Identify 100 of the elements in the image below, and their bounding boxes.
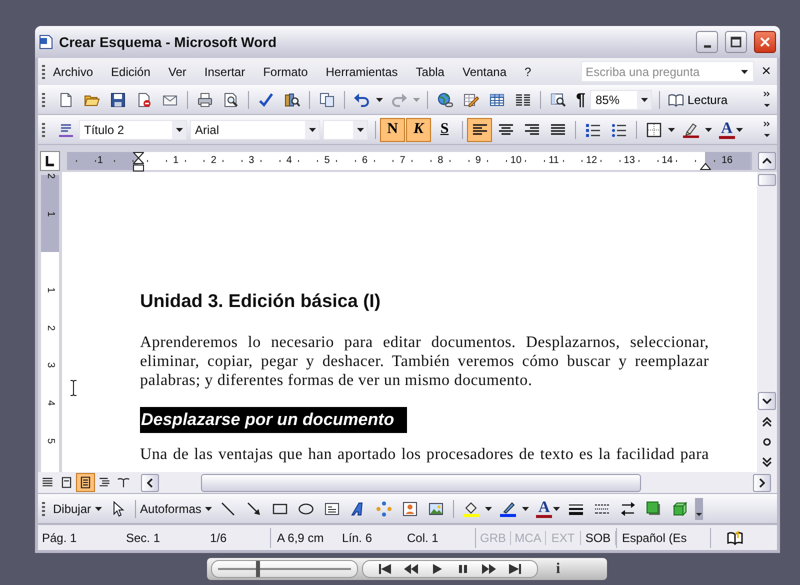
reading-button[interactable]: Lectura bbox=[664, 92, 732, 108]
shadow-square-icon[interactable] bbox=[646, 500, 662, 516]
font-color-button[interactable]: A bbox=[536, 500, 552, 518]
show-marks-button[interactable]: ¶ bbox=[576, 90, 586, 110]
minimize-button[interactable] bbox=[696, 31, 718, 53]
rewind-icon[interactable] bbox=[403, 563, 419, 575]
vertical-scrollbar[interactable] bbox=[757, 172, 777, 472]
line-icon[interactable] bbox=[220, 500, 236, 516]
caret-icon[interactable] bbox=[376, 98, 383, 102]
undo-arrow-icon[interactable] bbox=[354, 92, 370, 108]
caret-icon[interactable] bbox=[552, 506, 560, 510]
maximize-button[interactable] bbox=[725, 31, 747, 53]
zoom-dropdown[interactable]: 85% bbox=[590, 90, 652, 110]
check-mark-icon[interactable] bbox=[258, 92, 274, 108]
menu-item[interactable]: Edición bbox=[111, 64, 150, 78]
help-search-field[interactable]: Escriba una pregunta bbox=[580, 61, 754, 82]
font-dropdown[interactable]: Arial bbox=[190, 120, 320, 140]
autoshapes-menu[interactable]: Autoformas bbox=[140, 502, 202, 516]
caret-icon[interactable] bbox=[668, 128, 675, 132]
menu-item[interactable]: Ver bbox=[168, 64, 186, 78]
lines-icon bbox=[472, 122, 488, 138]
seek-slider[interactable] bbox=[211, 560, 358, 578]
columns-icon[interactable] bbox=[515, 92, 531, 108]
double-up-arrow-icon bbox=[762, 417, 772, 427]
scroll-down-button[interactable] bbox=[758, 392, 776, 410]
tab-selector-icon[interactable] bbox=[40, 151, 60, 171]
skip-forward-icon[interactable] bbox=[507, 563, 523, 575]
font-color-button[interactable]: A bbox=[719, 120, 735, 138]
circle-of-dots-icon[interactable] bbox=[376, 500, 392, 516]
skip-back-icon[interactable] bbox=[377, 563, 393, 575]
pencil-table-icon[interactable] bbox=[463, 92, 479, 108]
ruler-number: 4 bbox=[45, 400, 55, 406]
close-document-button[interactable]: × bbox=[762, 62, 771, 80]
text-style-button[interactable]: N bbox=[380, 118, 405, 142]
caret-icon[interactable] bbox=[736, 128, 743, 132]
close-icon bbox=[759, 36, 771, 48]
text-box-icon[interactable] bbox=[324, 500, 340, 516]
border-icon[interactable] bbox=[646, 122, 662, 138]
circle-icon bbox=[762, 437, 772, 447]
scroll-up-button[interactable] bbox=[758, 152, 776, 170]
oval-icon[interactable] bbox=[298, 500, 314, 516]
status-text: SOB bbox=[581, 530, 616, 544]
right-indent-handle[interactable] bbox=[700, 163, 711, 170]
text-style-button[interactable]: K bbox=[406, 118, 431, 142]
menu-item[interactable]: Herramientas bbox=[326, 64, 398, 78]
menu-item[interactable]: Tabla bbox=[416, 64, 444, 78]
caret-icon[interactable] bbox=[95, 506, 102, 510]
page-magnifier-icon[interactable] bbox=[223, 92, 239, 108]
paint-bucket-icon[interactable] bbox=[463, 500, 480, 516]
align-left-icon[interactable] bbox=[467, 118, 492, 142]
caret-icon[interactable] bbox=[485, 506, 492, 510]
info-button[interactable]: i bbox=[556, 560, 560, 578]
lines-icon bbox=[498, 122, 514, 138]
style-dropdown[interactable]: Título 2 bbox=[79, 120, 187, 140]
print-layout-button[interactable] bbox=[76, 473, 95, 492]
window-magnifier-icon[interactable] bbox=[550, 92, 566, 108]
books-magnifier-icon[interactable] bbox=[284, 92, 300, 108]
paragraph: Una de las ventajas que han aportado los procesadores de texto es la facilidad para bbox=[140, 445, 709, 464]
scroll-left-button[interactable] bbox=[141, 474, 159, 492]
caret-icon[interactable] bbox=[205, 506, 212, 510]
picture-icon[interactable] bbox=[428, 500, 444, 516]
numbered-list-icon[interactable] bbox=[585, 122, 601, 138]
view-icon bbox=[98, 476, 111, 489]
page-stop-icon[interactable] bbox=[136, 92, 152, 108]
caret-icon[interactable] bbox=[705, 128, 712, 132]
framed-figure-icon[interactable] bbox=[402, 500, 418, 516]
caret-icon[interactable] bbox=[522, 506, 530, 510]
scroll-thumb[interactable] bbox=[758, 174, 776, 186]
toolbar-options-icon[interactable] bbox=[694, 498, 703, 520]
menu-item[interactable]: Ventana bbox=[462, 64, 507, 78]
menu-item[interactable]: Archivo bbox=[53, 64, 94, 78]
bulleted-list-icon[interactable] bbox=[611, 122, 627, 138]
table-icon[interactable] bbox=[489, 92, 505, 108]
horizontal-scrollbar[interactable] bbox=[141, 474, 771, 492]
menu-item[interactable]: Insertar bbox=[204, 64, 246, 78]
highlighter-icon[interactable] bbox=[683, 122, 699, 138]
scroll-thumb[interactable] bbox=[201, 474, 641, 492]
cube-icon[interactable] bbox=[672, 500, 688, 516]
menu-item[interactable]: Formato bbox=[263, 64, 308, 78]
grip-handle[interactable] bbox=[42, 122, 45, 136]
status-text: Lín. 6 bbox=[342, 530, 374, 544]
brush-icon[interactable] bbox=[500, 500, 516, 516]
draw-menu[interactable]: Dibujar bbox=[53, 502, 92, 516]
grip-handle[interactable] bbox=[42, 92, 45, 106]
double-arrow-icon[interactable] bbox=[620, 500, 636, 516]
grip-handle[interactable] bbox=[42, 64, 45, 78]
menu-item[interactable]: ? bbox=[524, 64, 532, 78]
styles-icon[interactable] bbox=[58, 122, 74, 138]
fast-forward-icon[interactable] bbox=[481, 563, 497, 575]
copy-pages-icon[interactable] bbox=[319, 92, 335, 108]
text-style-button[interactable]: S bbox=[432, 118, 457, 142]
maximize-icon bbox=[730, 36, 742, 48]
indent-marker-handle[interactable] bbox=[133, 152, 144, 174]
blank-page-icon[interactable] bbox=[58, 92, 74, 108]
globe-icon[interactable] bbox=[437, 92, 453, 108]
arrow-icon[interactable] bbox=[246, 500, 262, 516]
scroll-right-button[interactable] bbox=[753, 474, 771, 492]
close-button[interactable] bbox=[754, 31, 776, 53]
grip-handle[interactable] bbox=[42, 502, 45, 516]
printer-icon[interactable] bbox=[197, 92, 213, 108]
